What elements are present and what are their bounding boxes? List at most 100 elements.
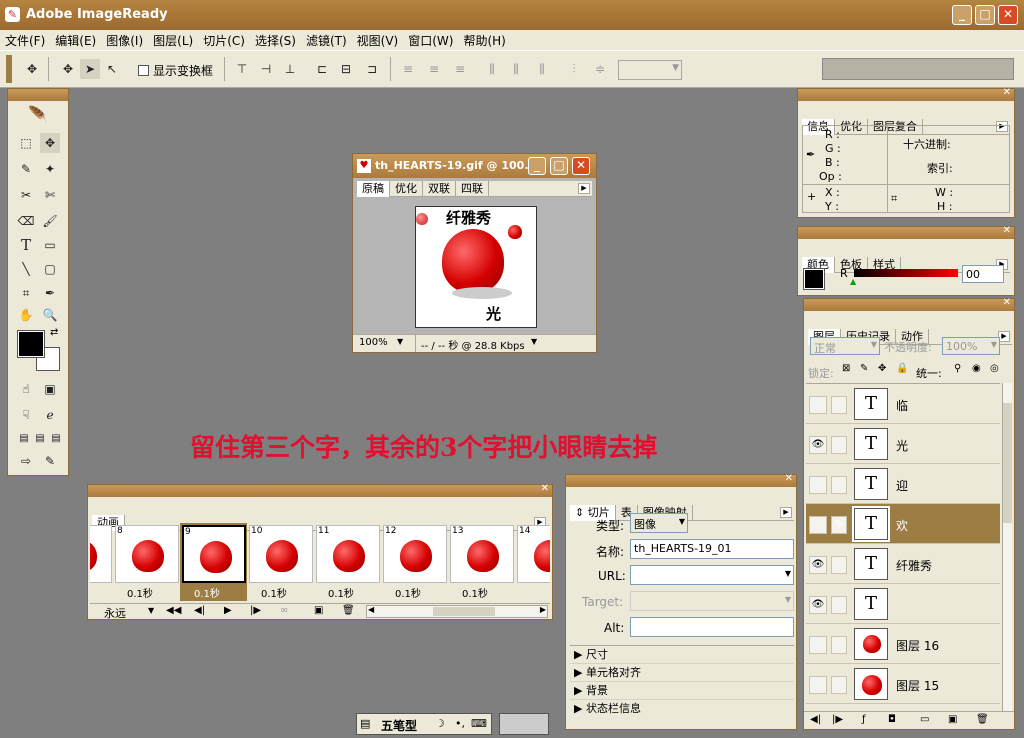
layer-name[interactable]: 光 bbox=[896, 437, 908, 454]
eraser-tool-icon[interactable]: ⌫ bbox=[16, 211, 36, 231]
tab-original[interactable]: 原稿 bbox=[357, 181, 390, 197]
layer-name[interactable]: 纤雅秀 bbox=[896, 557, 932, 574]
next-frame-icon[interactable]: |▶ bbox=[832, 714, 843, 725]
hand-tool-icon[interactable]: ✋ bbox=[16, 305, 36, 325]
text-tool-icon[interactable]: T bbox=[16, 235, 36, 255]
move-tool-icon[interactable]: ✥ bbox=[22, 59, 42, 79]
close-button[interactable]: ✕ bbox=[998, 5, 1018, 25]
full-screen-mode-icon[interactable]: ▤ bbox=[46, 429, 66, 449]
layer-mask-icon[interactable]: ◘ bbox=[888, 714, 896, 725]
ime-name[interactable]: 五笔型 bbox=[381, 717, 417, 734]
info-close-icon[interactable]: ✕ bbox=[1003, 87, 1011, 98]
image-minimize-button[interactable]: _ bbox=[528, 157, 546, 175]
scroll-right-icon[interactable]: ▶ bbox=[540, 605, 546, 614]
tab-optimized[interactable]: 优化 bbox=[390, 181, 423, 197]
layer-link-toggle[interactable] bbox=[831, 636, 847, 654]
move-sel-icon[interactable]: ✥ bbox=[58, 59, 78, 79]
next-frame-icon[interactable]: |▶ bbox=[250, 605, 261, 616]
minimize-button[interactable]: _ bbox=[952, 5, 972, 25]
animation-frame[interactable]: 0.1秒 bbox=[90, 523, 113, 601]
layer-name[interactable]: 图层 15 bbox=[896, 677, 939, 694]
soft-keyboard-icon[interactable]: ⌨ bbox=[471, 717, 487, 730]
section-cell-alignment[interactable]: ▶ 单元格对齐 bbox=[570, 664, 794, 682]
layer-visibility-toggle[interactable]: 👁 bbox=[809, 596, 827, 614]
slice-name-field[interactable]: th_HEARTS-19_01 bbox=[630, 539, 794, 559]
zoom-dropdown-icon[interactable]: ▼ bbox=[397, 337, 403, 346]
frames-scrollbar[interactable]: ◀ ▶ bbox=[366, 605, 548, 618]
layer-visibility-toggle[interactable] bbox=[809, 516, 827, 534]
layer-name[interactable]: 图层 16 bbox=[896, 637, 939, 654]
frame-delay[interactable]: 0.1秒 bbox=[395, 585, 421, 600]
rounded-rect-tool-icon[interactable]: ▢ bbox=[40, 259, 60, 279]
preview-in-browser-icon[interactable]: ℯ bbox=[40, 405, 60, 425]
menu-view[interactable]: 视图(V) bbox=[352, 30, 404, 51]
layers-scroll-thumb[interactable] bbox=[1003, 403, 1012, 523]
layer-link-toggle[interactable] bbox=[831, 596, 847, 614]
type-select[interactable]: 图像 ▼ bbox=[630, 513, 688, 533]
alt-field[interactable] bbox=[630, 617, 794, 637]
frames-scroll-thumb[interactable] bbox=[433, 607, 495, 616]
animation-frame[interactable]: 8 0.1秒 bbox=[113, 523, 180, 601]
align-hcenter-icon[interactable]: ⊟ bbox=[336, 59, 356, 79]
url-field[interactable]: ▼ bbox=[630, 565, 794, 585]
slice-select-tool-icon[interactable]: ✄ bbox=[40, 185, 60, 205]
align-top-icon[interactable]: ⊤ bbox=[232, 59, 252, 79]
delete-frame-icon[interactable]: 🗑 bbox=[342, 605, 355, 616]
options-dropdown[interactable]: ▼ bbox=[618, 60, 682, 80]
lock-all-icon[interactable]: 🔒 bbox=[896, 363, 908, 374]
move-tool-icon[interactable]: ✥ bbox=[40, 133, 60, 153]
menu-layer[interactable]: 图层(L) bbox=[148, 30, 198, 51]
prev-frame-icon[interactable]: ◀| bbox=[810, 714, 821, 725]
distribute-right-icon[interactable]: ⫼ bbox=[532, 59, 552, 79]
distribute-left-icon[interactable]: ⫼ bbox=[482, 59, 502, 79]
frame-delay[interactable]: 0.1秒 bbox=[462, 585, 488, 600]
animation-frame[interactable]: 10 0.1秒 bbox=[247, 523, 314, 601]
show-transform-checkbox[interactable] bbox=[138, 65, 149, 76]
align-left-icon[interactable]: ⊏ bbox=[312, 59, 332, 79]
punctuation-icon[interactable]: •, bbox=[455, 717, 465, 730]
layer-name[interactable]: 临 bbox=[896, 397, 908, 414]
distribute-hcenter-icon[interactable]: ⫼ bbox=[506, 59, 526, 79]
animation-frame[interactable]: 13 0.1秒 bbox=[448, 523, 515, 601]
layer-visibility-toggle[interactable]: 👁 bbox=[809, 436, 827, 454]
rectangle-tool-icon[interactable]: ▭ bbox=[40, 235, 60, 255]
layer-visibility-toggle[interactable] bbox=[809, 636, 827, 654]
direct-select-icon[interactable]: ↖ bbox=[102, 59, 122, 79]
duplicate-frame-icon[interactable]: ▣ bbox=[314, 605, 323, 616]
layer-name[interactable]: 欢 bbox=[896, 517, 908, 534]
loop-dropdown-icon[interactable]: ▼ bbox=[148, 606, 154, 615]
ime-switch-icon[interactable]: ▤ bbox=[360, 717, 370, 730]
section-background[interactable]: ▶ 背景 bbox=[570, 682, 794, 700]
image-close-button[interactable]: ✕ bbox=[572, 157, 590, 175]
new-set-icon[interactable]: ▭ bbox=[920, 714, 929, 725]
animation-frame[interactable]: 14 bbox=[515, 523, 550, 601]
layer-link-toggle[interactable] bbox=[831, 476, 847, 494]
status-dropdown-icon[interactable]: ▼ bbox=[531, 337, 537, 346]
align-vcenter-icon[interactable]: ⊣ bbox=[256, 59, 276, 79]
menu-slice[interactable]: 切片(C) bbox=[198, 30, 250, 51]
lock-pixels-icon[interactable]: ✎ bbox=[860, 363, 868, 374]
toggle-slice-visibility-icon[interactable]: ☝ bbox=[16, 379, 36, 399]
prev-frame-icon[interactable]: ◀| bbox=[194, 605, 205, 616]
jump-to-photoshop-icon[interactable]: ⇨ bbox=[16, 451, 36, 471]
layers-close-icon[interactable]: ✕ bbox=[1003, 297, 1011, 308]
download-status[interactable]: -- / -- 秒 @ 28.8 Kbps bbox=[421, 337, 525, 352]
menu-help[interactable]: 帮助(H) bbox=[458, 30, 510, 51]
crop-tool-icon[interactable]: ⌗ bbox=[16, 283, 36, 303]
frame-delay[interactable]: 0.1秒 bbox=[328, 585, 354, 600]
layer-row-selected[interactable]: ✎ T 欢 bbox=[806, 504, 1000, 544]
menu-filter[interactable]: 滤镜(T) bbox=[301, 30, 352, 51]
line-tool-icon[interactable]: ╲ bbox=[16, 259, 36, 279]
half-width-icon[interactable]: ☽ bbox=[435, 717, 445, 730]
swap-colors-icon[interactable]: ⇄ bbox=[50, 327, 58, 338]
match-width-icon[interactable]: ⫶ bbox=[564, 59, 584, 79]
foreground-color-swatch[interactable] bbox=[17, 330, 45, 358]
layer-row[interactable]: T 临 bbox=[806, 384, 1000, 424]
menu-image[interactable]: 图像(I) bbox=[101, 30, 148, 51]
menu-window[interactable]: 窗口(W) bbox=[403, 30, 458, 51]
layer-link-toggle[interactable] bbox=[831, 396, 847, 414]
frame-delay[interactable]: 0.1秒 bbox=[261, 585, 287, 600]
section-dimensions[interactable]: ▶ 尺寸 bbox=[570, 646, 794, 664]
frame-delay[interactable]: 0.1秒 bbox=[127, 585, 153, 600]
layer-visibility-toggle[interactable] bbox=[809, 396, 827, 414]
